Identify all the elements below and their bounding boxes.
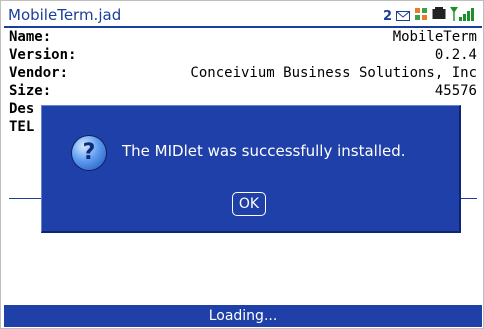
dialog-message: The MIDlet was successfully installed. [122, 142, 406, 160]
detail-value: 45576 [434, 83, 477, 99]
detail-row-vendor: Vendor: Conceivium Business Solutions, I… [9, 65, 481, 83]
status-bar: Loading... [4, 305, 482, 327]
envelope-icon [396, 7, 410, 25]
detail-row-version: Version: 0.2.4 [9, 47, 481, 65]
status-area: 2 [383, 7, 476, 25]
detail-value: Conceivium Business Solutions, Inc [190, 65, 477, 81]
window-title: MobileTerm.jad [8, 6, 122, 24]
detail-label: Des [9, 101, 35, 117]
detail-label: Version: [9, 47, 77, 63]
detail-row-size: Size: 45576 [9, 83, 481, 101]
device-screen: MobileTerm.jad 2 Name: MobileTerm Versio… [0, 0, 484, 329]
unread-count: 2 [382, 8, 392, 24]
title-bar: MobileTerm.jad 2 [4, 4, 482, 26]
detail-label: Name: [9, 29, 52, 45]
data-connection-icon [414, 7, 428, 25]
detail-label: Size: [9, 83, 52, 99]
detail-value: 0.2.4 [434, 47, 477, 63]
detail-label: Vendor: [9, 65, 69, 81]
question-icon: ? [72, 136, 106, 170]
detail-row-name: Name: MobileTerm [9, 29, 481, 47]
battery-icon [432, 7, 446, 25]
detail-value: MobileTerm [392, 29, 477, 45]
install-dialog: ? The MIDlet was successfully installed.… [41, 105, 461, 233]
ok-button[interactable]: OK [232, 192, 266, 216]
detail-label: TEL [9, 119, 35, 135]
signal-icon [450, 7, 476, 25]
